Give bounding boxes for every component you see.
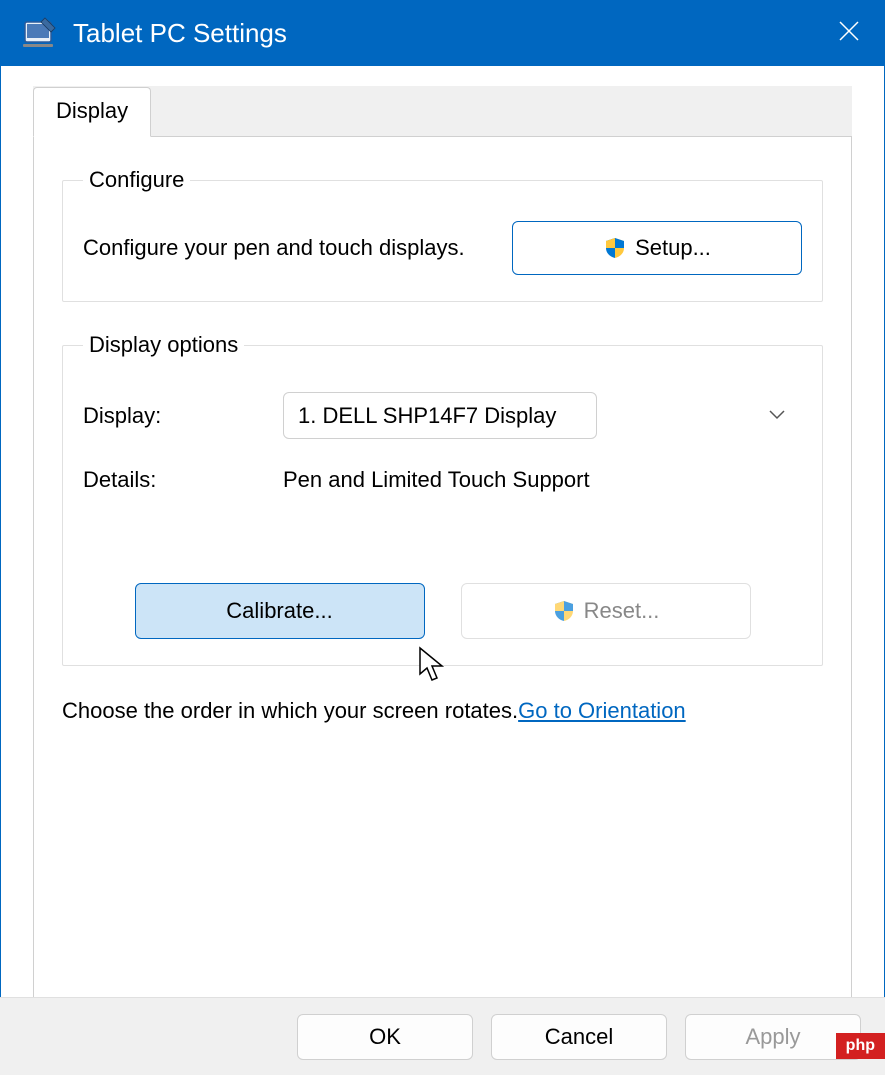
watermark: php — [836, 1033, 885, 1059]
reset-button[interactable]: Reset... — [461, 583, 751, 639]
content-area: Display Configure Configure your pen and… — [1, 66, 884, 996]
setup-button-label: Setup... — [635, 235, 711, 261]
titlebar: Tablet PC Settings — [1, 1, 884, 66]
cancel-button[interactable]: Cancel — [491, 1014, 667, 1060]
display-select[interactable]: 1. DELL SHP14F7 Display — [283, 392, 597, 439]
shield-icon — [552, 599, 576, 623]
ok-button[interactable]: OK — [297, 1014, 473, 1060]
rotate-description: Choose the order in which your screen ro… — [62, 696, 823, 727]
tabs-row: Display — [33, 86, 852, 137]
orientation-link[interactable]: Go to Orientation — [518, 698, 686, 723]
display-label: Display: — [83, 403, 283, 429]
details-label: Details: — [83, 467, 283, 493]
close-button[interactable] — [814, 1, 884, 66]
calibrate-button-label: Calibrate... — [226, 598, 332, 624]
tab-panel: Configure Configure your pen and touch d… — [33, 137, 852, 1007]
ok-button-label: OK — [369, 1024, 401, 1049]
chevron-down-icon — [768, 407, 786, 425]
dialog-button-bar: OK Cancel Apply — [0, 997, 885, 1075]
configure-legend: Configure — [83, 167, 190, 193]
reset-button-label: Reset... — [584, 598, 660, 624]
configure-description: Configure your pen and touch displays. — [83, 233, 482, 263]
configure-group: Configure Configure your pen and touch d… — [62, 167, 823, 302]
window-title: Tablet PC Settings — [73, 18, 814, 49]
display-options-group: Display options Display: 1. DELL SHP14F7… — [62, 332, 823, 666]
tab-display[interactable]: Display — [33, 87, 151, 137]
tablet-settings-icon — [21, 16, 57, 52]
rotate-text: Choose the order in which your screen ro… — [62, 698, 518, 723]
apply-button[interactable]: Apply — [685, 1014, 861, 1060]
close-icon — [839, 21, 859, 46]
calibrate-button[interactable]: Calibrate... — [135, 583, 425, 639]
display-options-legend: Display options — [83, 332, 244, 358]
apply-button-label: Apply — [745, 1024, 800, 1049]
tab-label: Display — [56, 98, 128, 123]
shield-icon — [603, 236, 627, 260]
details-value: Pen and Limited Touch Support — [283, 467, 590, 493]
setup-button[interactable]: Setup... — [512, 221, 802, 275]
cancel-button-label: Cancel — [545, 1024, 613, 1049]
